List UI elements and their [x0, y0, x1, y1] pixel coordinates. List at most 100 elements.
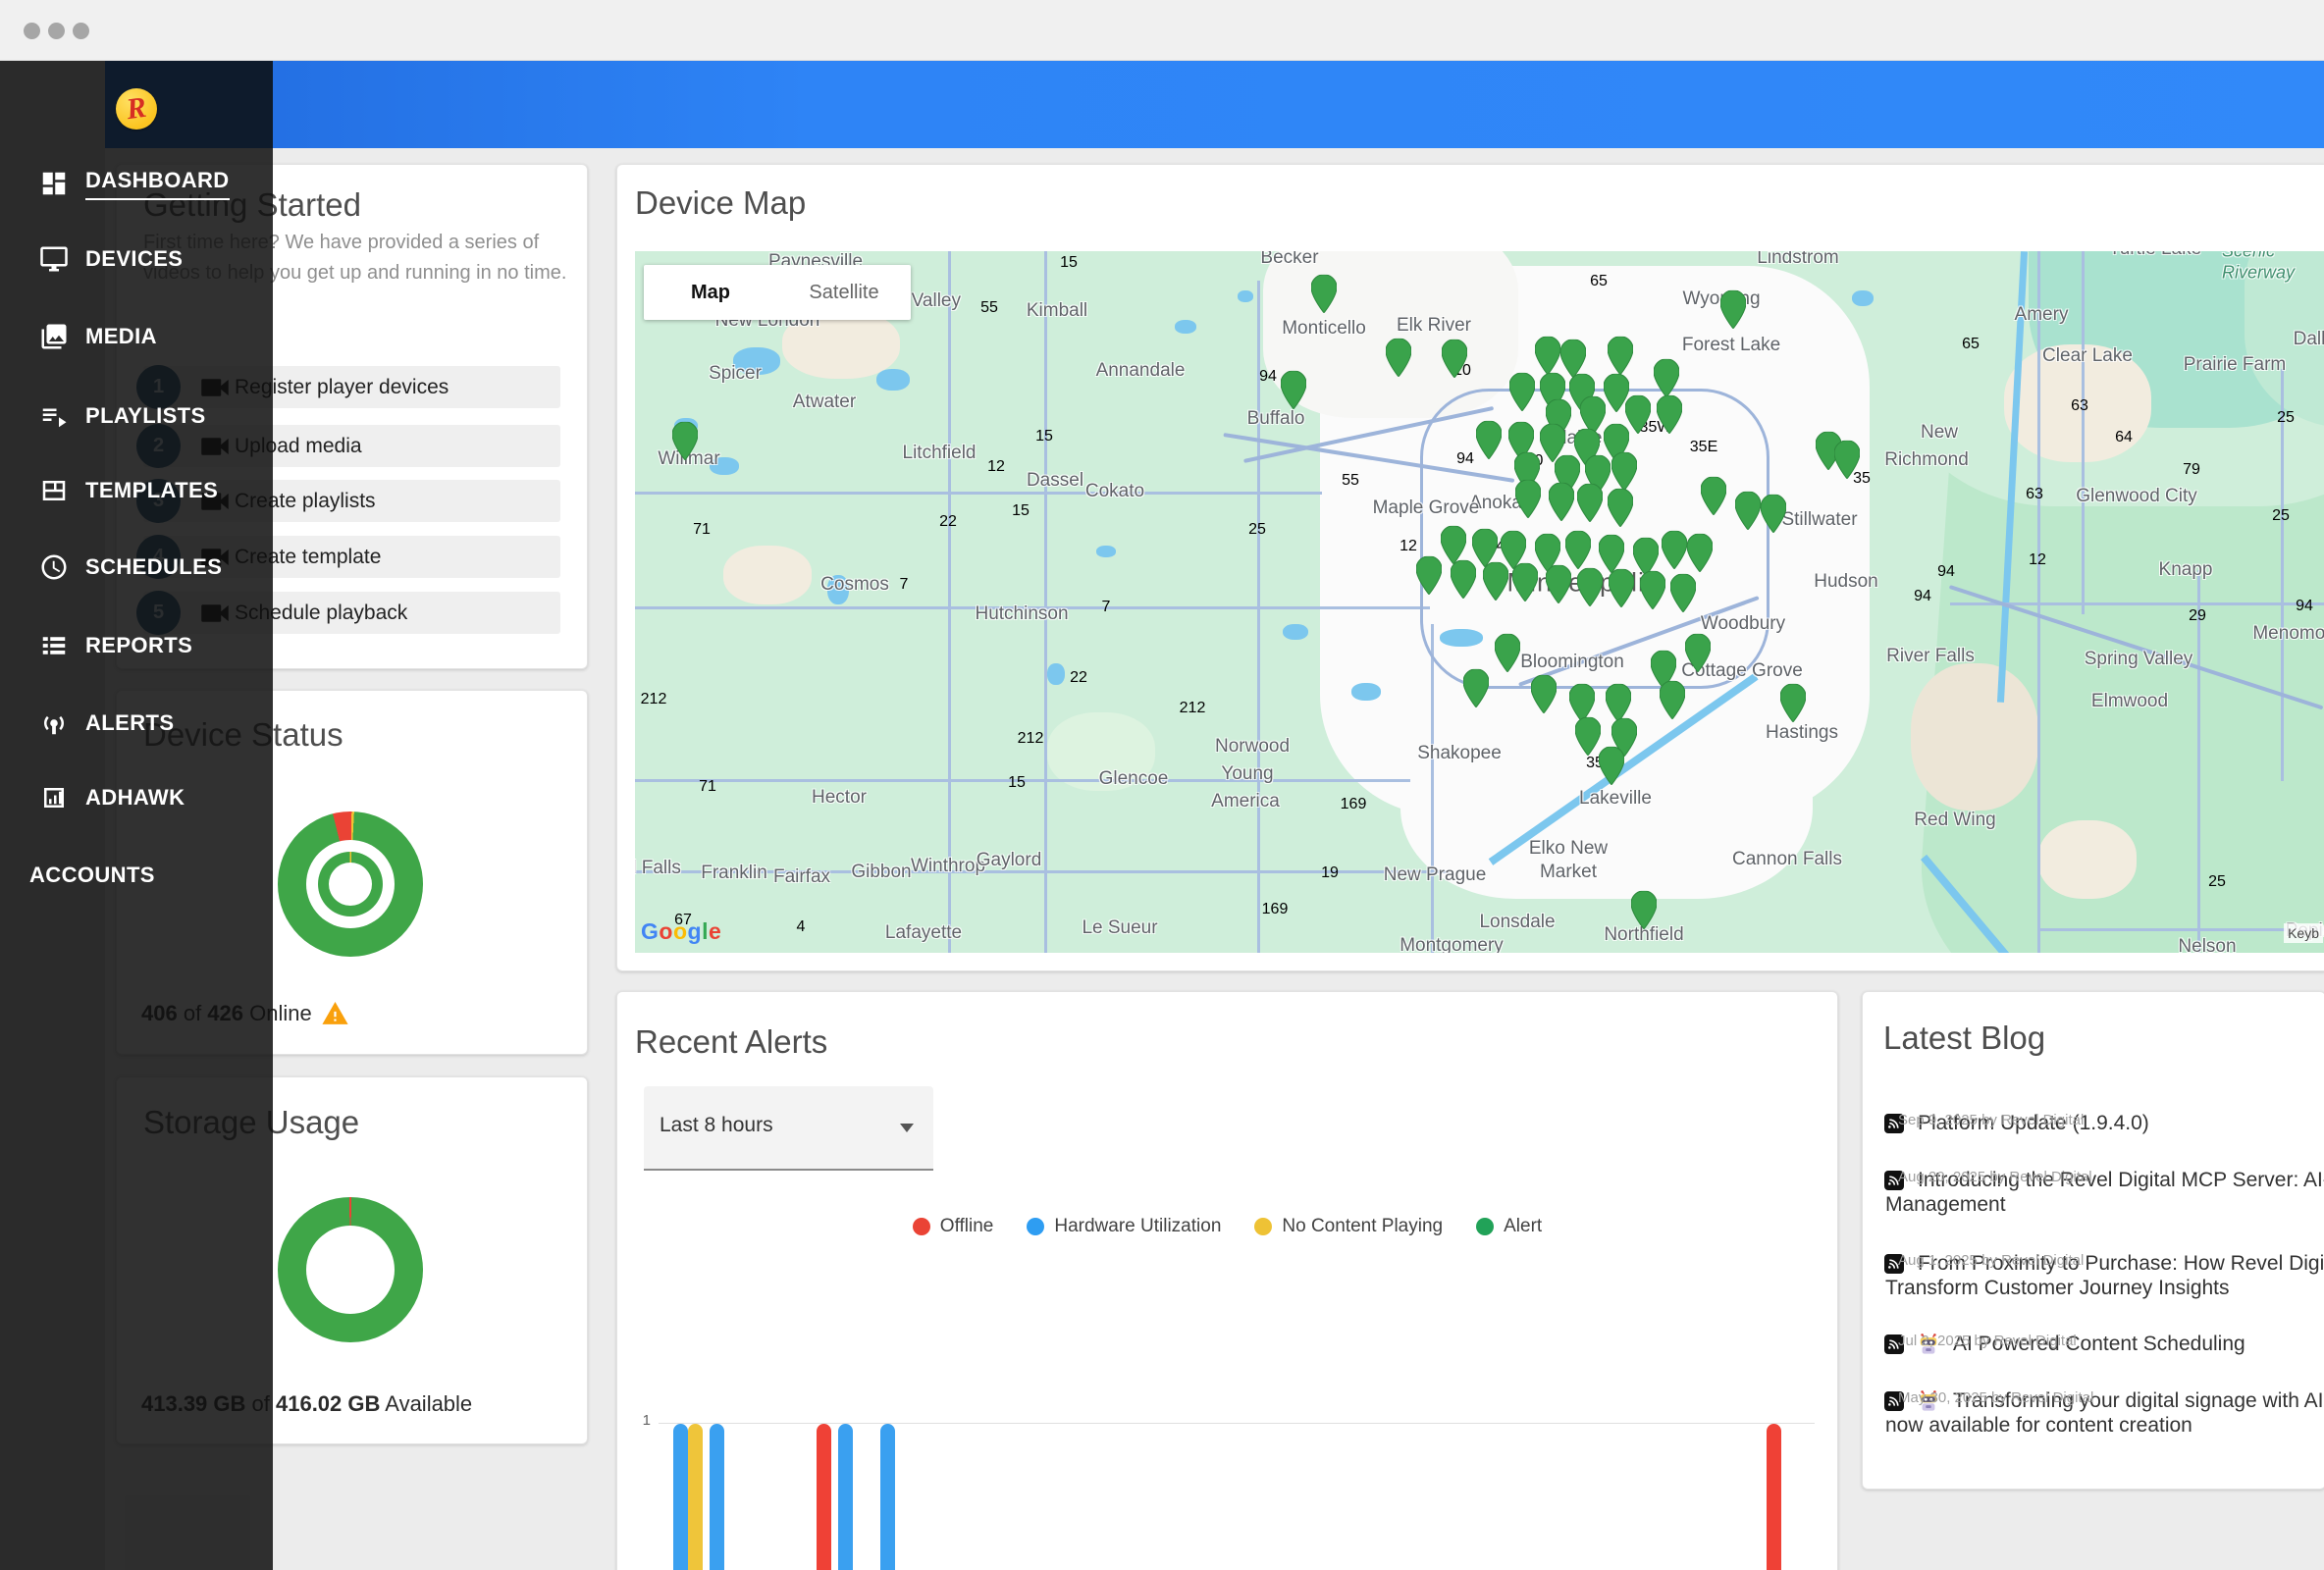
map-city-label: Forest Lake [1682, 335, 1780, 356]
blog-post-date: May 30, 2025 by Revel Digital [1898, 1389, 2093, 1406]
app-header [0, 60, 2324, 148]
map-type-control: Map Satellite [644, 265, 911, 320]
map-pin-icon[interactable] [1701, 477, 1726, 515]
blog-post-date: Sep 9, 2025 by Revel Digital [1898, 1112, 2084, 1128]
map-pin-icon[interactable] [1608, 489, 1633, 527]
legend-label: No Content Playing [1282, 1216, 1443, 1237]
window-button-icon[interactable] [24, 23, 40, 39]
sidebar-item[interactable]: SCHEDULES [0, 548, 273, 587]
map-city-label: Hutchinson [975, 603, 1068, 625]
map-pin-icon[interactable] [1611, 452, 1637, 491]
sidebar-item[interactable]: ACCOUNTS [0, 856, 273, 895]
latest-blog-card: Latest Blog [1862, 991, 2324, 1490]
latest-blog-title: Latest Blog [1883, 1020, 2045, 1057]
map-city-label: Amery [2015, 304, 2069, 326]
route-shield-icon: 64 [2115, 429, 2133, 446]
map-pin-icon[interactable] [1660, 681, 1685, 719]
map-button[interactable]: Map [644, 265, 777, 320]
map-pin-icon[interactable] [1531, 675, 1557, 713]
map-city-label: New [1921, 422, 1958, 444]
keyboard-shortcuts-label[interactable]: Keyb [2284, 923, 2323, 943]
time-range-dropdown[interactable]: Last 8 hours [644, 1086, 933, 1171]
chart-bar[interactable] [673, 1424, 688, 1570]
window-button-icon[interactable] [48, 23, 65, 39]
map-city-label: Litchfield [903, 443, 977, 464]
map-pin-icon[interactable] [1670, 574, 1696, 612]
map-pin-icon[interactable] [1281, 371, 1306, 409]
sidebar-item[interactable]: DEVICES [0, 239, 273, 279]
sidebar-item[interactable]: ADHAWK [0, 778, 273, 817]
map-canvas[interactable]: BeckerMonticelloElk RiverWyomingForest L… [635, 251, 2324, 953]
map-pin-icon[interactable] [1577, 568, 1603, 606]
map-pin-icon[interactable] [1662, 531, 1687, 569]
map-pin-icon[interactable] [1463, 669, 1489, 707]
map-city-label: Glenwood City [2076, 486, 2197, 507]
route-shield-icon: 7 [900, 576, 909, 594]
map-city-label: Bloomington [1520, 652, 1624, 673]
route-shield-icon: 29 [2189, 607, 2206, 625]
chart-bar[interactable] [880, 1424, 895, 1570]
map-pin-icon[interactable] [1720, 290, 1746, 329]
map-pin-icon[interactable] [1515, 480, 1541, 518]
google-logo: Google [641, 918, 721, 945]
map-city-label: Dallas [2294, 329, 2324, 350]
map-pin-icon[interactable] [1546, 565, 1571, 603]
map-pin-icon[interactable] [1599, 747, 1624, 785]
google-logo-letter: e [709, 918, 721, 944]
chart-bar[interactable] [1767, 1424, 1781, 1570]
map-pin-icon[interactable] [1386, 339, 1411, 377]
map-pin-icon[interactable] [1451, 560, 1476, 599]
map-city-label: Gibbon [851, 862, 911, 883]
map-pin-icon[interactable] [1535, 337, 1560, 375]
map-pin-icon[interactable] [1640, 571, 1665, 609]
map-pin-icon[interactable] [1476, 421, 1502, 459]
map-pin-icon[interactable] [1575, 717, 1601, 756]
map-pin-icon[interactable] [1687, 534, 1713, 572]
sidebar-item[interactable]: ALERTS [0, 704, 273, 743]
chart-bar[interactable] [817, 1424, 831, 1570]
map-pin-icon[interactable] [1608, 337, 1633, 375]
map-pin-icon[interactable] [1735, 492, 1761, 530]
map-pin-icon[interactable] [1549, 483, 1574, 521]
map-pin-icon[interactable] [1441, 526, 1466, 564]
sidebar-item[interactable]: TEMPLATES [0, 471, 273, 510]
map-pin-icon[interactable] [1577, 484, 1603, 522]
map-pin-icon[interactable] [1311, 275, 1337, 313]
map-pin-icon[interactable] [1631, 891, 1657, 929]
sidebar-item[interactable]: PLAYLISTS [0, 396, 273, 436]
map-pin-icon[interactable] [1780, 684, 1806, 722]
map-pin-icon[interactable] [1509, 373, 1535, 411]
sidebar-item[interactable]: MEDIA [0, 317, 273, 356]
sidebar-item-icon [39, 169, 69, 198]
map-pin-icon[interactable] [1761, 495, 1786, 533]
map-pin-icon[interactable] [1483, 562, 1508, 601]
map-city-label: Lakeville [1579, 788, 1652, 810]
map-pin-icon[interactable] [1495, 634, 1520, 672]
chart-bar[interactable] [710, 1424, 724, 1570]
map-pin-icon[interactable] [1609, 569, 1634, 607]
map-pin-icon[interactable] [1606, 684, 1631, 722]
sidebar-item[interactable]: DASHBOARD [0, 164, 273, 203]
map-pin-icon[interactable] [1834, 441, 1860, 479]
chart-bar[interactable] [688, 1424, 703, 1570]
map-pin-icon[interactable] [1685, 634, 1711, 672]
legend-dot-icon [1476, 1218, 1494, 1235]
sidebar-item[interactable]: REPORTS [0, 626, 273, 665]
route-shield-icon: 22 [939, 513, 957, 531]
map-city-label: Dassel [1027, 470, 1083, 492]
window-button-icon[interactable] [73, 23, 89, 39]
satellite-button[interactable]: Satellite [777, 265, 911, 320]
google-logo-letter: G [641, 918, 659, 944]
map-road [2197, 570, 2200, 953]
map-pin-icon[interactable] [1512, 563, 1538, 602]
device-map-title: Device Map [635, 184, 806, 222]
map-pin-icon[interactable] [1442, 340, 1467, 378]
map-pin-icon[interactable] [1416, 556, 1442, 595]
recent-alerts-card: Recent Alerts Last 8 hours Offline Hardw… [616, 991, 1838, 1570]
map-pin-icon[interactable] [1565, 531, 1591, 569]
sidebar-item-icon [39, 244, 69, 274]
map-pin-icon[interactable] [1657, 395, 1682, 434]
chart-bar[interactable] [838, 1424, 853, 1570]
map-pin-icon[interactable] [1654, 359, 1679, 397]
map-pin-icon[interactable] [672, 422, 698, 460]
